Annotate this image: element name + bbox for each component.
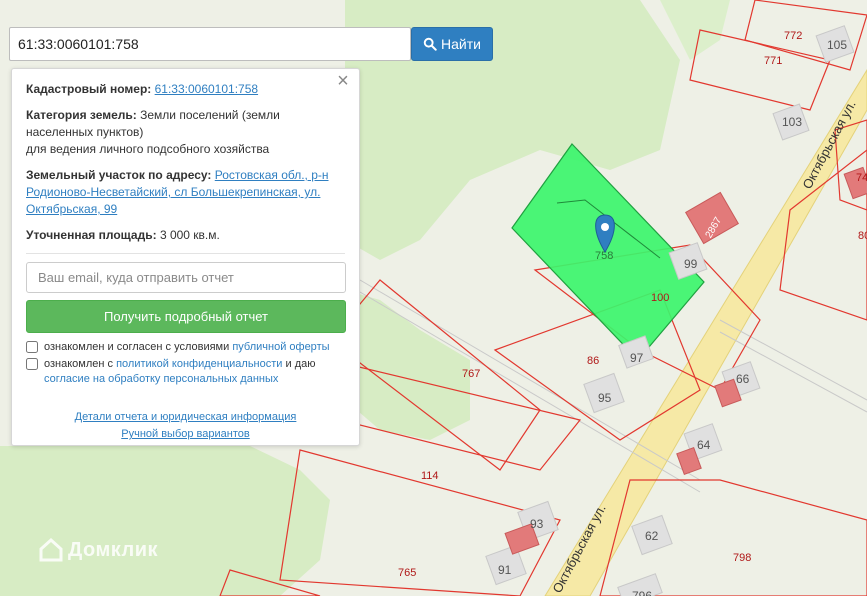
- cadastral-link[interactable]: 61:33:0060101:758: [155, 82, 258, 96]
- plot-label: 798: [733, 552, 751, 564]
- category-value: населенных пунктов): [26, 125, 144, 139]
- house-number: 64: [697, 438, 711, 452]
- cadastral-row: Кадастровый номер: 61:33:0060101:758: [26, 81, 345, 98]
- address-row: Земельный участок по адресу: Ростовская …: [26, 167, 345, 218]
- search-button-label: Найти: [441, 36, 481, 52]
- consent-offer-checkbox[interactable]: [26, 341, 38, 353]
- personal-data-consent-link[interactable]: согласие на обработку персональных данны…: [44, 373, 278, 385]
- address-link[interactable]: Ростовская обл., р-н: [215, 168, 329, 182]
- category-label: Категория земель:: [26, 108, 137, 122]
- category-value: для ведения личного подсобного хозяйства: [26, 142, 270, 156]
- address-link[interactable]: Октябрьская, 99: [26, 202, 117, 216]
- area-value: 3 000 кв.м.: [159, 228, 220, 242]
- plot-label: 771: [764, 55, 782, 67]
- plot-label: 767: [462, 368, 480, 380]
- plot-label: 86: [587, 355, 599, 367]
- consent-privacy-row: ознакомлен с политикой конфиденциальност…: [26, 357, 345, 387]
- manual-selection-link[interactable]: Ручной выбор вариантов: [121, 426, 249, 443]
- cadastral-label: Кадастровый номер:: [26, 82, 152, 96]
- plot-label: 74: [856, 172, 867, 184]
- house-number: 99: [684, 257, 698, 271]
- consent-privacy-text: ознакомлен с политикой конфиденциальност…: [44, 358, 316, 385]
- domclick-watermark: Домклик: [38, 537, 158, 563]
- house-number: 97: [630, 351, 644, 365]
- watermark-text: Домклик: [68, 538, 159, 561]
- consent-offer-text: ознакомлен и согласен с условиями публич…: [44, 341, 330, 353]
- info-panel: × Кадастровый номер: 61:33:0060101:758 К…: [11, 68, 360, 446]
- house-number: 91: [498, 563, 512, 577]
- close-icon[interactable]: ×: [335, 71, 351, 91]
- address-label: Земельный участок по адресу:: [26, 168, 212, 182]
- house-number: 796: [632, 589, 652, 596]
- house-logo-icon: [39, 537, 63, 562]
- privacy-policy-link[interactable]: политикой конфиденциальности: [116, 358, 282, 370]
- get-report-button[interactable]: Получить подробный отчет: [26, 300, 346, 333]
- search-icon: [423, 37, 437, 51]
- plot-label: 80: [858, 230, 867, 242]
- house-number: 95: [598, 391, 612, 405]
- area-label: Уточненная площадь:: [26, 228, 157, 242]
- consent-privacy-checkbox[interactable]: [26, 358, 38, 370]
- search-input[interactable]: [9, 27, 411, 61]
- address-link[interactable]: Родионово-Несветайский, сл Большекрепинс…: [26, 185, 320, 199]
- house-number: 62: [645, 529, 659, 543]
- house-number: 105: [827, 38, 847, 52]
- consent-offer-row: ознакомлен и согласен с условиями публич…: [26, 340, 345, 355]
- house-number: 93: [530, 517, 544, 531]
- public-offer-link[interactable]: публичной оферты: [232, 341, 329, 353]
- email-field[interactable]: [26, 262, 346, 293]
- plot-label: 114: [421, 470, 439, 482]
- plot-label: 100: [651, 292, 669, 304]
- area-row: Уточненная площадь: 3 000 кв.м.: [26, 227, 345, 244]
- house-number: 103: [782, 115, 802, 129]
- plot-label: 772: [784, 30, 802, 42]
- panel-footer-links: Детали отчета и юридическая информация Р…: [26, 409, 345, 443]
- category-value: Земли поселений (земли: [140, 108, 280, 122]
- plot-label: 758: [595, 250, 613, 262]
- plot-label: 765: [398, 567, 416, 579]
- report-details-link[interactable]: Детали отчета и юридическая информация: [75, 409, 297, 426]
- house-number: 66: [736, 372, 750, 386]
- category-row: Категория земель: Земли поселений (земли…: [26, 107, 345, 158]
- divider: [26, 253, 345, 254]
- search-button[interactable]: Найти: [411, 27, 493, 61]
